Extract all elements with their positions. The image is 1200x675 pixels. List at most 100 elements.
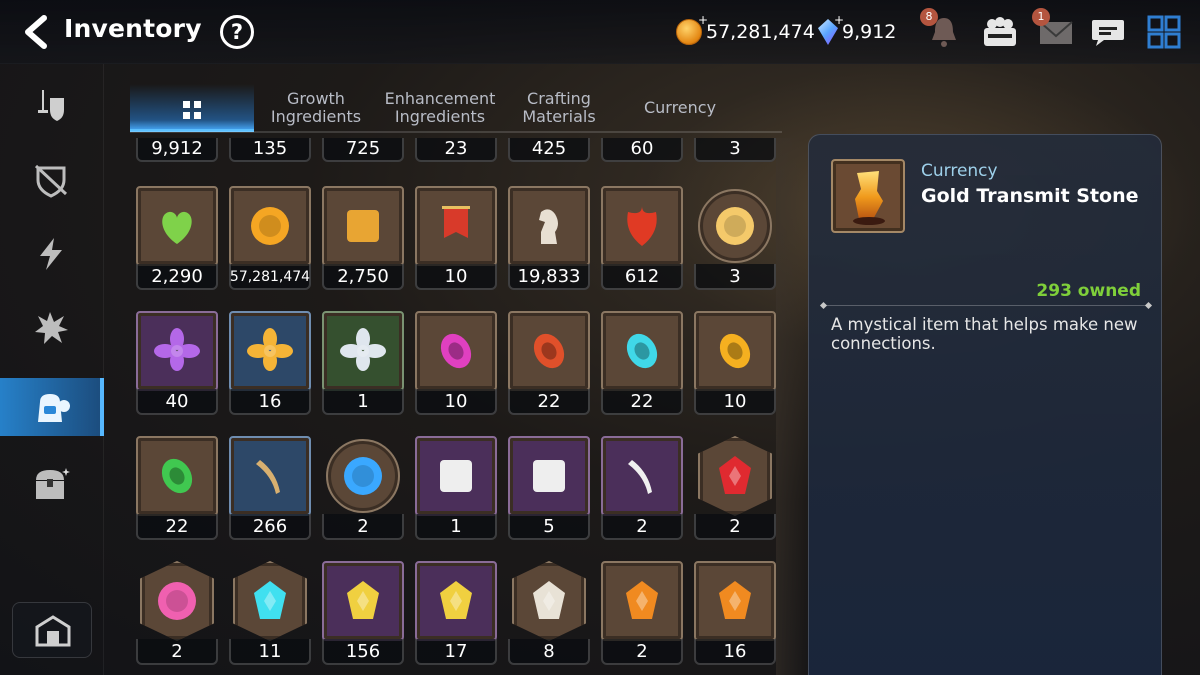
back-arrow-icon[interactable] [18,14,52,50]
notification-badge: 8 [920,8,938,26]
knight-chess-icon [539,209,558,244]
item-count: 22 [537,391,561,412]
item-count: 22 [630,391,654,412]
inventory-item[interactable]: 10 [415,186,497,291]
tab-crafting-materials[interactable]: Crafting Materials [504,84,614,132]
inventory-item[interactable]: 23 [415,138,497,164]
inventory-item[interactable]: 725 [322,138,404,164]
inventory-item[interactable]: 57,281,474 [229,186,311,291]
inventory-item[interactable]: 22 [508,311,590,416]
menu-button[interactable] [1144,12,1184,52]
inventory-item[interactable]: 22 [136,436,218,541]
storage-button[interactable] [12,602,92,658]
item-count: 16 [258,391,282,412]
inventory-item[interactable]: 1 [415,436,497,541]
item-count: 3 [729,266,741,287]
inventory-item[interactable]: 5 [508,436,590,541]
item-count: 17 [444,641,468,662]
inventory-item[interactable]: 425 [508,138,590,164]
tab-enhancement-ingredients[interactable]: Enhancement Ingredients [378,84,502,132]
ginseng-root-icon [256,460,280,494]
inventory-item[interactable]: 11 [229,561,311,666]
inventory-item[interactable]: 10 [694,311,776,416]
inventory-item[interactable]: 19,833 [508,186,590,291]
inventory-item[interactable]: 8 [508,561,590,666]
team-button[interactable] [980,12,1020,52]
red-stone-icon [533,333,565,369]
chat-icon [1092,20,1124,46]
inventory-item[interactable]: 60 [601,138,683,164]
page-title: Inventory [64,14,202,43]
item-count: 19,833 [517,266,581,287]
pet-pack-icon [440,460,472,492]
sidebar-item-exclusive[interactable] [0,224,104,282]
inventory-item[interactable]: 22 [601,311,683,416]
inventory-item[interactable]: 1 [322,311,404,416]
inventory-item[interactable]: 10 [415,311,497,416]
pet-pack-icon [533,460,565,492]
help-button[interactable]: ? [220,15,254,49]
plus-icon: + [698,13,709,27]
mail-button[interactable]: 1 [1032,8,1076,52]
inventory-item[interactable]: 2,750 [322,186,404,291]
inventory-item[interactable]: 2 [136,561,218,666]
item-count: 10 [444,391,468,412]
sidebar-item-equipment[interactable] [0,76,104,134]
inventory-item[interactable]: 266 [229,436,311,541]
tab-growth-ingredients[interactable]: Growth Ingredients [258,84,374,132]
inventory-item[interactable]: 2,290 [136,186,218,291]
gold-amount: 57,281,474 [706,21,815,43]
tab-underline [130,131,782,133]
inventory-item[interactable]: 612 [601,186,683,291]
inventory-item[interactable]: 17 [415,561,497,666]
crystal-currency[interactable]: + 9,912 [818,13,896,48]
grid-edge-shade [776,138,806,675]
item-count: 11 [258,641,282,662]
inventory-item[interactable]: 40 [136,311,218,416]
item-count: 1 [357,391,369,412]
item-count: 2 [636,516,648,537]
green-stone-icon [161,458,193,494]
grid-menu-icon [1147,15,1181,49]
inventory-item[interactable]: 135 [229,138,311,164]
burst-icon [35,312,68,344]
chat-button[interactable] [1088,12,1128,52]
war-banner-icon [442,206,470,238]
gold-rune-stone-icon [347,581,379,619]
inventory-item[interactable]: 3 [694,138,776,164]
item-count: 2,290 [151,266,203,287]
item-count: 156 [345,641,381,662]
sidebar-item-materials[interactable] [0,378,104,436]
sidebar-item-artifacts[interactable] [0,150,104,208]
inventory-item[interactable]: 2 [694,436,776,541]
inventory-grid: 9,912 135 725 23 425 60 3 2,290 57,281,4… [136,138,776,675]
inventory-item[interactable]: 2 [601,436,683,541]
detail-owned-count: 293 owned [1036,281,1141,301]
plus-icon: + [834,13,845,27]
inventory-tabs: Growth Ingredients Enhancement Ingredien… [130,84,780,134]
item-count: 2 [171,641,183,662]
top-bar: Inventory ? + 57,281,474 + 9,912 8 1 [0,0,1200,64]
lightning-icon [40,238,62,270]
inventory-item[interactable]: 3 [694,186,776,291]
item-count: 40 [165,391,189,412]
tab-currency[interactable]: Currency [620,84,740,132]
item-count: 1 [450,516,462,537]
sidebar-item-chests[interactable] [0,454,104,512]
inventory-item[interactable]: 16 [694,561,776,666]
tab-all[interactable] [130,84,254,132]
inventory-item[interactable]: 16 [229,311,311,416]
item-count: 22 [165,516,189,537]
sidebar-item-catalysts[interactable] [0,298,104,356]
yellow-stone-icon [719,333,751,369]
red-leaf-icon [627,206,657,246]
detail-description: A mystical item that helps make new conn… [831,315,1138,353]
item-count: 16 [723,641,747,662]
inventory-item[interactable]: 156 [322,561,404,666]
inventory-item[interactable]: 2 [601,561,683,666]
inventory-item[interactable]: 2 [322,436,404,541]
notification-button[interactable]: 8 [920,8,964,52]
inventory-item[interactable]: 9,912 [136,138,218,164]
gold-currency[interactable]: + 57,281,474 [676,13,815,48]
grid-icon [183,101,201,119]
